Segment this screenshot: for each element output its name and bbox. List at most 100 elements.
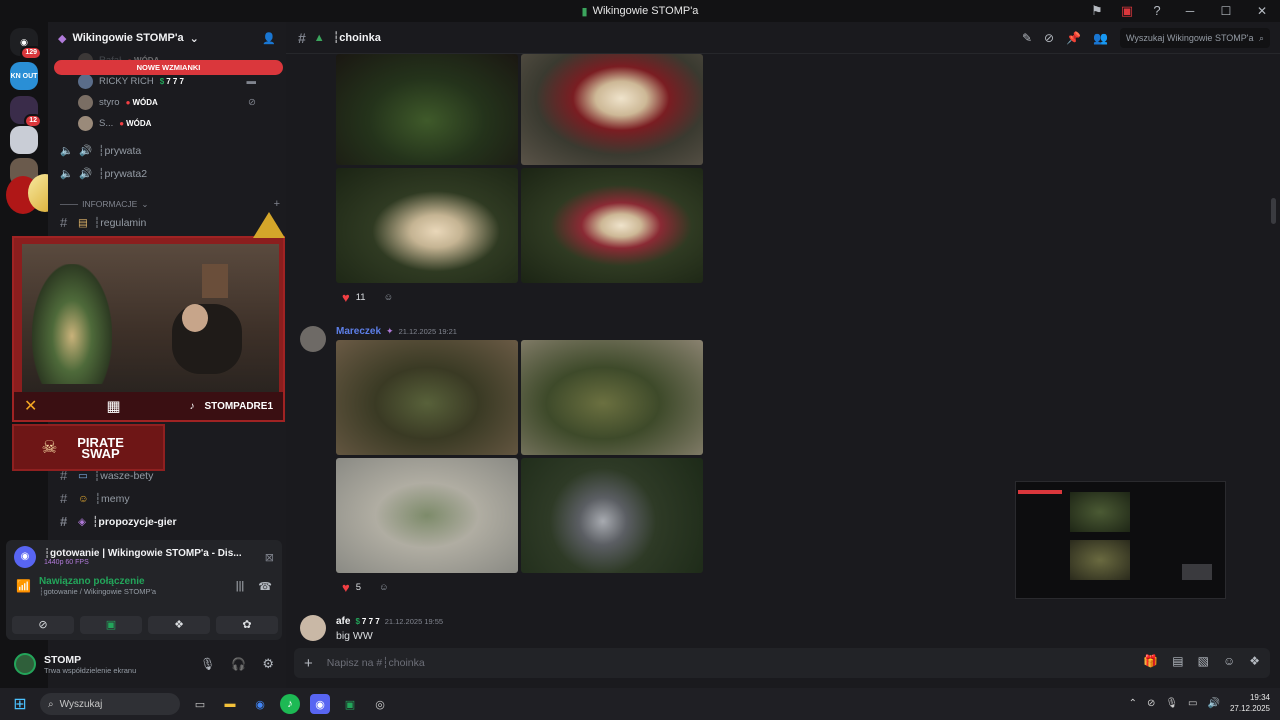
channel-item-propozycje-gier[interactable]: # ◈ ┆propozycje-gier — [48, 510, 286, 533]
screen-share-icon[interactable]: ▣ — [1118, 2, 1136, 20]
attachment-image[interactable] — [336, 458, 518, 573]
microphone-icon[interactable]: 🎙 — [1165, 698, 1178, 709]
speaker-icon: 🔊 — [79, 168, 93, 180]
members-icon[interactable]: 👥 — [1093, 31, 1108, 45]
display-icon[interactable]: ▭ — [1188, 698, 1197, 709]
avatar — [78, 116, 93, 131]
emoji-icon[interactable]: ☺ — [1223, 654, 1235, 668]
minimize-button[interactable]: ─ — [1178, 2, 1202, 20]
hash-icon: # — [60, 215, 68, 230]
threads-icon[interactable]: ✎ — [1022, 31, 1032, 45]
message-author[interactable]: Mareczek — [336, 326, 381, 337]
system-clock[interactable]: 19:34 27.12.2025 — [1230, 692, 1270, 714]
stream-row[interactable]: ◉ ┆gotowanie | Wikingowie STOMP'a - Dis.… — [6, 540, 282, 574]
search-icon: ⌕ — [1258, 32, 1264, 43]
apps-icon[interactable]: ❖ — [1249, 654, 1260, 668]
role-tag: ●WÓDA — [125, 98, 158, 107]
maximize-button[interactable]: ☐ — [1214, 2, 1238, 20]
noise-suppression-icon[interactable]: ||| — [236, 580, 245, 592]
gift-icon[interactable]: 🎁 — [1143, 654, 1158, 668]
new-mentions-banner[interactable]: NOWE WZMIANKI — [54, 60, 283, 75]
signal-icon: 📶 — [16, 579, 31, 593]
reaction-heart[interactable]: ♥ 5 ☺ — [336, 578, 395, 596]
message-timestamp: 21.12.2025 19:21 — [398, 327, 457, 336]
volume-icon[interactable]: 🔊 — [1208, 698, 1220, 709]
avatar[interactable] — [300, 326, 326, 352]
money-icon: $ — [355, 617, 360, 626]
attachment-image[interactable] — [336, 340, 518, 455]
spotify-icon[interactable]: ♪ — [280, 694, 300, 714]
activities-button[interactable]: ❖ — [148, 616, 210, 634]
window-title: ▮ Wikingowie STOMP'a — [581, 5, 699, 18]
message-timestamp: 21.12.2025 19:55 — [384, 617, 444, 626]
attachment-image[interactable] — [521, 54, 703, 165]
obs-icon[interactable]: ◎ — [370, 694, 390, 714]
attachment-image[interactable] — [336, 54, 518, 165]
scrollbar[interactable] — [1271, 198, 1276, 224]
direct-messages-button[interactable]: ◉ 129 — [10, 28, 42, 60]
network-icon[interactable]: ⊘ — [1147, 698, 1155, 709]
voice-user[interactable]: styro ● WÓDA ⊘ — [48, 92, 286, 113]
reaction-heart[interactable]: ♥ 11 ☺ — [336, 288, 399, 306]
disconnect-icon[interactable]: ☎ — [258, 580, 272, 593]
channel-item-memy[interactable]: # ☺ ┆memy — [48, 487, 286, 510]
money-icon: $ — [159, 77, 165, 86]
tree-icon: ▲ — [313, 31, 325, 44]
avatar[interactable] — [300, 615, 326, 641]
gif-icon[interactable]: ▤ — [1172, 654, 1183, 668]
search-input[interactable]: Wyszukaj Wikingowie STOMP'a ⌕ — [1120, 28, 1270, 48]
close-button[interactable]: ✕ — [1250, 2, 1274, 20]
system-tray: ⌃ ⊘ 🎙 ▭ 🔊 19:34 27.12.2025 — [1129, 692, 1270, 714]
xbox-icon[interactable]: ▣ — [340, 694, 360, 714]
screen-share-icon: ▣ — [105, 619, 117, 631]
sticker-icon[interactable]: ▧ — [1198, 654, 1209, 668]
avatar — [78, 95, 93, 110]
stop-stream-icon[interactable]: ⊠ — [265, 551, 274, 564]
attachment-image[interactable] — [521, 168, 703, 283]
avatar[interactable] — [14, 653, 36, 675]
title-bar: ▮ Wikingowie STOMP'a ⚑ ▣ ? ─ ☐ ✕ — [0, 0, 1280, 22]
inbox-icon[interactable]: ⚑ — [1088, 2, 1106, 20]
add-reaction-icon[interactable]: ☺ — [379, 582, 389, 593]
message-input[interactable]: + Napisz na #┆choinka 🎁 ▤ ▧ ☺ ❖ — [294, 648, 1270, 678]
attachment-image[interactable] — [336, 168, 518, 283]
tiktok-icon: ♪ — [189, 400, 195, 412]
taskbar: ⊞ ⌕ Wyszukaj ▭ ▬ ◉ ♪ ◉ ▣ ◎ ⌃ ⊘ 🎙 ▭ 🔊 19:… — [0, 688, 1280, 720]
server-icon[interactable]: KN OUT — [10, 62, 38, 90]
headphones-icon[interactable]: 🎧 — [231, 657, 246, 671]
notifications-off-icon[interactable]: ⊘ — [1044, 31, 1054, 45]
screen-share-button[interactable]: ▣ — [80, 616, 142, 634]
chrome-icon[interactable]: ◉ — [250, 694, 270, 714]
server-icon[interactable]: 12 — [10, 96, 42, 128]
add-reaction-icon[interactable]: ☺ — [384, 292, 394, 303]
voice-channel[interactable]: 🔈 🔊 ┆prywata — [48, 139, 286, 162]
webcam-feed — [22, 244, 279, 392]
chevron-up-icon[interactable]: ⌃ — [1129, 698, 1137, 709]
add-channel-icon[interactable]: + — [274, 198, 280, 210]
attachment-image[interactable] — [521, 340, 703, 455]
settings-icon[interactable]: ⚙ — [262, 656, 274, 672]
soundboard-button[interactable]: ✿ — [216, 616, 278, 634]
add-member-icon[interactable]: 👤 — [262, 32, 276, 45]
attachment-image[interactable] — [521, 458, 703, 573]
server-icon[interactable] — [10, 126, 38, 154]
task-view-icon[interactable]: ▭ — [190, 694, 210, 714]
attach-icon[interactable]: + — [304, 655, 313, 672]
voice-user[interactable]: S... ● WÓDA — [48, 113, 286, 134]
message-text: big WW — [336, 630, 373, 642]
discord-taskbar-icon[interactable]: ◉ — [310, 694, 330, 714]
channel-item-regulamin[interactable]: # ▤ ┆regulamin — [48, 211, 286, 234]
camera-button[interactable]: ⊘ — [12, 616, 74, 634]
message-author[interactable]: afe — [336, 616, 350, 627]
category-header[interactable]: ─── INFORMACJE ⌄ + — [60, 198, 280, 210]
taskbar-search[interactable]: ⌕ Wyszukaj — [40, 693, 180, 715]
screen-share-preview[interactable] — [1015, 481, 1226, 599]
logo-icon: ✕ — [24, 398, 38, 415]
role-tag: ●WÓDA — [119, 119, 152, 128]
windows-start-icon[interactable]: ⊞ — [10, 694, 30, 714]
help-icon[interactable]: ? — [1148, 2, 1166, 20]
file-explorer-icon[interactable]: ▬ — [220, 694, 240, 714]
pin-icon[interactable]: 📌 — [1066, 31, 1081, 45]
voice-channel[interactable]: 🔈 🔊 ┆prywata2 — [48, 162, 286, 185]
microphone-icon[interactable]: 🎙 — [200, 657, 215, 671]
